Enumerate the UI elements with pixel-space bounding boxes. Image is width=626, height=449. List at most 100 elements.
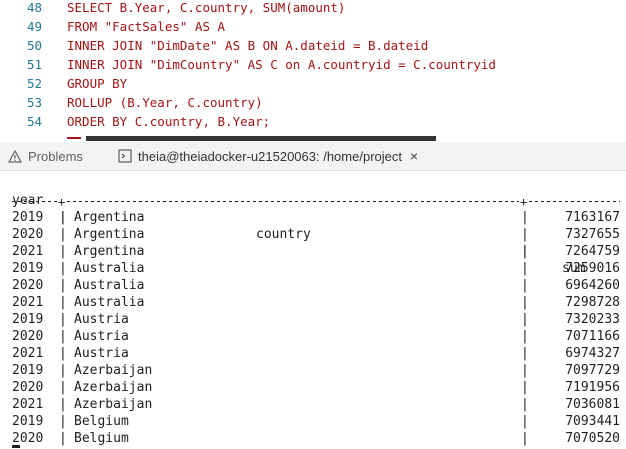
table-row: 2019 | Austria | 7320233 <box>0 311 626 328</box>
table-row: 2020 | Australia | 6964260 <box>0 277 626 294</box>
cell-country: Argentina <box>74 227 145 242</box>
cell-year: 2020 <box>12 329 44 344</box>
tab-terminal[interactable]: theia@theiadocker-u21520063: /home/proje… <box>118 142 418 170</box>
cell-country: Azerbaijan <box>74 380 153 395</box>
terminal-cursor <box>12 445 20 448</box>
cell-year: 2021 <box>12 295 44 310</box>
table-row: 2019 | Australia | 7259016 <box>0 260 626 277</box>
code-line[interactable]: 52 GROUP BY <box>0 74 626 93</box>
column-separator: | <box>521 312 529 327</box>
table-row: 2019 | Belgium | 7093441 <box>0 413 626 430</box>
tab-problems-label: Problems <box>28 148 83 164</box>
column-separator: | <box>59 210 67 225</box>
column-separator: | <box>521 278 529 293</box>
column-separator: | <box>521 244 529 259</box>
column-separator: | <box>59 261 67 276</box>
cell-year: 2021 <box>12 244 44 259</box>
column-separator: | <box>521 363 529 378</box>
terminal-icon <box>118 149 132 163</box>
line-number: 54 <box>26 114 42 129</box>
column-separator: | <box>521 295 529 310</box>
cell-sum: 7327655 <box>565 227 620 242</box>
cell-country: Austria <box>74 312 129 327</box>
horizontal-scrollbar[interactable] <box>86 136 436 141</box>
column-separator: | <box>59 295 67 310</box>
code-text: INNER JOIN "DimCountry" AS C on A.countr… <box>67 57 496 72</box>
cell-sum: 7191956 <box>565 380 620 395</box>
code-line[interactable]: 50 INNER JOIN "DimDate" AS B ON A.dateid … <box>0 36 626 55</box>
cell-country: Belgium <box>74 414 129 429</box>
column-separator: | <box>59 397 67 412</box>
warning-icon <box>8 149 22 163</box>
cell-sum: 7264759 <box>565 244 620 259</box>
cell-year: 2020 <box>12 380 44 395</box>
table-row: 2019 | Azerbaijan | 7097729 <box>0 362 626 379</box>
cell-sum: 7298728 <box>565 295 620 310</box>
code-line[interactable]: 54 ORDER BY C.country, B.Year; <box>0 112 626 131</box>
cell-country: Austria <box>74 329 129 344</box>
table-row: 2021 | Azerbaijan | 7036081 <box>0 396 626 413</box>
cell-country: Belgium <box>74 431 129 446</box>
code-line[interactable]: 48 SELECT B.Year, C.country, SUM(amount) <box>0 0 626 17</box>
table-row: 2020 | Austria | 7071166 <box>0 328 626 345</box>
code-line[interactable]: 51 INNER JOIN "DimCountry" AS C on A.coun… <box>0 55 626 74</box>
column-separator: | <box>521 397 529 412</box>
cell-year: 2019 <box>12 261 44 276</box>
column-separator: | <box>521 380 529 395</box>
column-separator: | <box>521 414 529 429</box>
column-separator: | <box>521 329 529 344</box>
cell-sum: 7071166 <box>565 329 620 344</box>
cell-sum: 7097729 <box>565 363 620 378</box>
cell-year: 2021 <box>12 346 44 361</box>
result-header-row: year | country | sum <box>0 175 626 276</box>
cell-sum: 7070520 <box>565 431 620 446</box>
code-text: ROLLUP (B.Year, C.country) <box>67 95 263 110</box>
cell-year: 2019 <box>12 210 44 225</box>
code-text: GROUP BY <box>67 76 128 91</box>
cell-sum: 7320233 <box>565 312 620 327</box>
cell-sum: 7036081 <box>565 397 620 412</box>
cell-country: Azerbaijan <box>74 397 153 412</box>
terminal-output[interactable]: year | country | sum + + 2019 | Argentina |… <box>0 171 626 449</box>
column-separator: | <box>59 244 67 259</box>
table-row: 2020 | Belgium | 7070520 <box>0 430 626 447</box>
header-divider: + + <box>12 195 620 209</box>
cell-year: 2020 <box>12 278 44 293</box>
code-text: ORDER BY C.country, B.Year; <box>67 114 271 129</box>
code-text: INNER JOIN "DimDate" AS B ON A.dateid = … <box>67 38 429 53</box>
table-row: 2019 | Argentina | 7163167 <box>0 209 626 226</box>
column-separator: | <box>59 363 67 378</box>
column-separator: | <box>59 278 67 293</box>
column-separator: | <box>521 346 529 361</box>
tab-problems[interactable]: Problems <box>8 142 83 170</box>
code-text: FROM "FactSales" AS A <box>67 19 226 34</box>
cell-country: Australia <box>74 278 145 293</box>
cell-sum: 7259016 <box>565 261 620 276</box>
column-separator: | <box>59 329 67 344</box>
line-number: 51 <box>26 57 42 72</box>
close-icon[interactable]: × <box>410 148 418 164</box>
table-row: 2021 | Argentina | 7264759 <box>0 243 626 260</box>
code-text: SELECT B.Year, C.country, SUM(amount) <box>67 0 346 15</box>
cell-country: Australia <box>74 261 145 276</box>
line-number: 48 <box>26 0 42 15</box>
cell-sum: 7163167 <box>565 210 620 225</box>
line-number: 53 <box>26 95 42 110</box>
cell-year: 2019 <box>12 363 44 378</box>
cell-country: Azerbaijan <box>74 363 153 378</box>
cell-year: 2020 <box>12 227 44 242</box>
code-line[interactable]: 53 ROLLUP (B.Year, C.country) <box>0 93 626 112</box>
code-editor[interactable]: 48 SELECT B.Year, C.country, SUM(amount) 4… <box>0 0 626 142</box>
tab-terminal-label: theia@theiadocker-u21520063: /home/proje… <box>138 148 402 164</box>
column-separator: | <box>521 261 529 276</box>
column-separator: | <box>521 210 529 225</box>
column-separator: | <box>59 312 67 327</box>
cell-year: 2021 <box>12 397 44 412</box>
cell-year: 2019 <box>12 414 44 429</box>
code-line[interactable]: 49 FROM "FactSales" AS A <box>0 17 626 36</box>
column-separator: | <box>521 431 529 446</box>
table-row: 2021 | Australia | 7298728 <box>0 294 626 311</box>
column-separator: | <box>59 380 67 395</box>
line-number: 49 <box>26 19 42 34</box>
panel-tab-bar: Problems theia@theiadocker-u21520063: /h… <box>0 142 626 171</box>
